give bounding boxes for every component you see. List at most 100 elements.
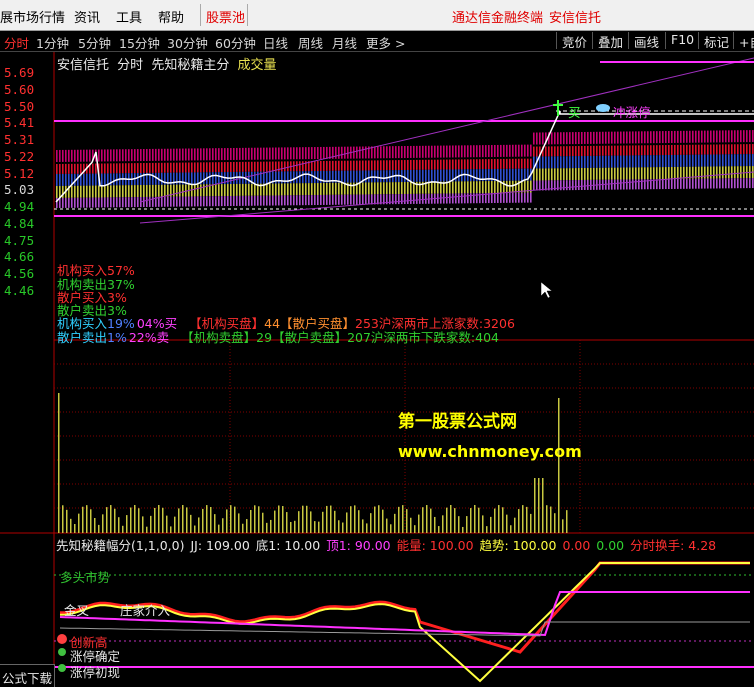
price-band-stroke [641,131,643,144]
draw-line-button[interactable]: 画线 [628,32,659,50]
price-band-stroke [239,161,241,172]
price-band-stroke [83,197,85,208]
price-band-stroke [242,183,244,196]
price-band-stroke [215,162,217,173]
price-band-stroke [404,170,406,183]
price-band-stroke [698,144,700,155]
price-band-stroke [437,181,439,194]
period-tab-monthly[interactable]: 月线 [332,33,357,52]
period-tab-1min[interactable]: 1分钟 [36,33,69,52]
price-band-stroke [530,192,532,203]
price-band-stroke [305,147,307,160]
volume-bar [354,505,356,533]
volume-bar [314,521,316,533]
f10-button[interactable]: F10 [665,32,694,49]
period-tab-5min[interactable]: 5分钟 [78,33,111,52]
price-band-stroke [590,179,592,190]
period-tab-15min[interactable]: 15分钟 [119,33,160,52]
price-band-stroke [746,144,748,155]
price-band-stroke [743,178,745,189]
price-band-stroke [560,156,562,169]
price-band-stroke [650,145,652,156]
price-band-stroke [455,181,457,194]
period-tab-weekly[interactable]: 周线 [298,33,323,52]
price-band-stroke [140,185,142,198]
price-band-stroke [383,170,385,183]
menu-help[interactable]: 帮助 [158,7,184,26]
price-band-stroke [647,155,649,168]
price-band-stroke [152,148,154,161]
price-band-stroke [65,149,67,162]
menu-stock-pool[interactable]: 股票池 [206,7,245,26]
menu-tools[interactable]: 工具 [116,7,142,26]
mark-button[interactable]: 标记 [698,32,729,50]
price-band-stroke [281,147,283,160]
price-band-stroke [191,172,193,185]
custom-button[interactable]: +自 [733,32,754,50]
price-band-stroke [119,185,121,198]
price-band-stroke [587,145,589,156]
price-band-stroke [353,170,355,183]
price-band-stroke [347,194,349,205]
volume-bar [558,398,560,533]
price-band-stroke [296,195,298,206]
price-band-stroke [719,166,721,179]
price-band-stroke [473,169,475,182]
price-band-stroke [386,170,388,183]
overlay-button[interactable]: 叠加 [592,32,623,50]
price-band-stroke [269,183,271,196]
price-band-stroke [245,161,247,172]
auction-button[interactable]: 竞价 [556,32,587,50]
price-band-stroke [749,178,751,189]
price-band-stroke [578,146,580,157]
price-band-stroke [479,181,481,194]
volume-bar [498,505,500,533]
price-band-stroke [362,194,364,205]
price-band-stroke [101,197,103,208]
price-band-stroke [74,185,76,198]
price-band-stroke [584,131,586,144]
price-band-stroke [506,180,508,193]
price-band-stroke [251,183,253,196]
price-band-stroke [590,131,592,144]
bull-trend-label: 多头市势 [60,570,111,585]
price-band-stroke [386,182,388,195]
price-band-stroke [281,195,283,206]
period-tab-intraday[interactable]: 分时 [4,33,29,52]
price-band-stroke [218,172,220,185]
price-band-stroke [341,194,343,205]
period-tab-60min[interactable]: 60分钟 [215,33,256,52]
price-band-stroke [626,131,628,144]
period-tab-daily[interactable]: 日线 [263,33,288,52]
period-tab-more[interactable]: 更多 > [366,33,405,52]
price-band-stroke [437,169,439,182]
price-band-stroke [695,178,697,189]
price-band-stroke [404,182,406,195]
price-band-stroke [104,149,106,162]
price-band-stroke [704,144,706,155]
price-band-stroke [581,168,583,180]
volume-bar [546,505,548,533]
price-band-stroke [101,163,103,174]
price-band-stroke [77,197,79,208]
price-band-stroke [113,149,115,162]
price-band-stroke [56,164,58,174]
price-band-stroke [707,130,709,143]
price-band-stroke [449,169,451,182]
menu-market[interactable]: 展市场行情 [0,7,65,26]
price-band-stroke [170,162,172,173]
limit-first-label: 涨停初现 [70,665,121,680]
price-band-stroke [209,172,211,185]
price-band-stroke [458,145,460,158]
price-band-stroke [113,163,115,174]
price-band-stroke [260,195,262,206]
period-tab-30min[interactable]: 30分钟 [167,33,208,52]
price-band-stroke [449,193,451,204]
menu-news[interactable]: 资讯 [74,7,100,26]
price-band-stroke [239,183,241,196]
indicator-value-1: 0.00 [562,538,591,553]
price-band-stroke [719,154,721,167]
formula-download-tab[interactable]: 公式下载 [0,664,55,687]
price-band-stroke [626,167,628,180]
price-band-stroke [572,146,574,157]
